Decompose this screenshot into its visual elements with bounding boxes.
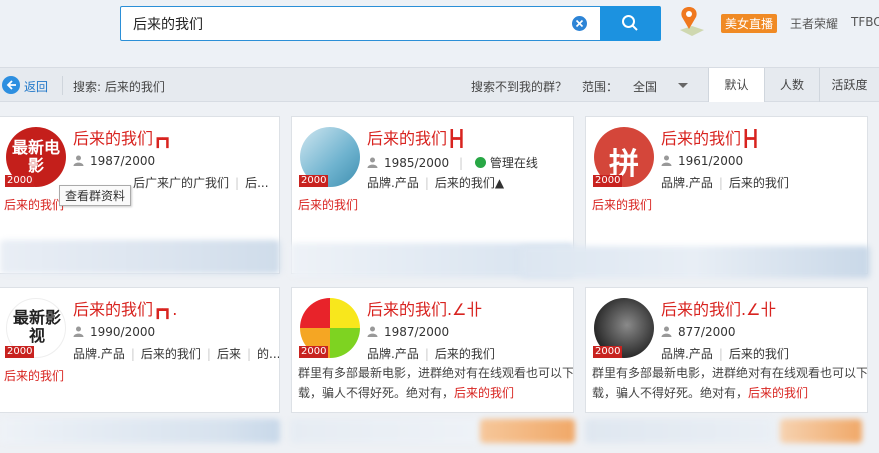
group-desc: 群里有多部最新电影，进群绝对有在线观看也可以下载，骗人不得好死。绝对有，后来的我…: [592, 366, 868, 400]
results-area: 最新电影 2000 后来的我们┏┓ 1987/2000 查看群资料后广来广的广我…: [0, 103, 879, 453]
clear-search-icon[interactable]: [572, 16, 587, 31]
not-found-link[interactable]: 搜索不到我的群？: [471, 78, 567, 95]
search-input[interactable]: [121, 7, 591, 40]
check-icon: [474, 157, 486, 168]
tab-default[interactable]: 默认: [708, 68, 764, 102]
member-count: 877/2000: [661, 325, 736, 339]
group-name[interactable]: 后来的我们┏┓.: [73, 296, 177, 320]
group-name[interactable]: 后来的我们┏┓: [73, 125, 172, 149]
blurred-region: [0, 240, 280, 274]
person-icon: [73, 326, 84, 337]
range-label: 范围：: [582, 80, 619, 94]
group-desc: 后来的我们: [4, 369, 65, 383]
group-card[interactable]: 2000 后来的我们.∠卝 877/2000 品牌.产品 | 后来的我们 群里有多部…: [585, 287, 868, 413]
member-limit-badge: 2000: [5, 346, 35, 358]
member-limit-badge: 2000: [593, 175, 623, 187]
group-tags: 品牌.产品 | 后来的我们: [661, 176, 789, 190]
member-count: 1985/2000 | 管理在线: [367, 154, 538, 171]
tfboys-link[interactable]: TFBO: [851, 15, 879, 29]
group-tags: 品牌.产品 | 后来的我们 | 后来 | 的...: [73, 347, 280, 361]
group-card[interactable]: 最新影视 2000 后来的我们┏┓. 1990/2000 品牌.产品 | 后来的我们…: [0, 287, 280, 413]
blurred-region: [0, 419, 280, 443]
divider: [62, 76, 63, 95]
live-link[interactable]: 美女直播: [721, 14, 778, 33]
member-limit-badge: 2000: [5, 175, 35, 187]
person-icon: [367, 326, 378, 337]
group-card[interactable]: 2000 后来的我们.∠卝 1987/2000 品牌.产品 | 后来的我们 群里有多…: [291, 287, 574, 413]
member-count: 1990/2000: [73, 325, 155, 339]
search-button[interactable]: [600, 6, 661, 41]
group-desc: 群里有多部最新电影，进群绝对有在线观看也可以下载，骗人不得好死。绝对有，后来的我…: [298, 366, 574, 400]
group-desc: 后来的我们: [298, 198, 359, 212]
member-limit-badge: 2000: [299, 346, 329, 358]
person-icon: [661, 155, 672, 166]
group-desc: 后来的我们: [4, 198, 65, 212]
search-icon: [622, 15, 638, 31]
group-name[interactable]: 后来的我们.∠卝: [661, 296, 776, 320]
group-name[interactable]: 后来的我们.∠卝: [367, 296, 482, 320]
person-icon: [73, 155, 84, 166]
tab-activity[interactable]: 活跃度: [819, 68, 879, 102]
tooltip: 查看群资料: [59, 185, 132, 206]
back-arrow-icon: [2, 76, 20, 94]
group-tags: 品牌.产品 | 后来的我们▲: [367, 176, 505, 190]
top-bar: 美女直播 王者荣耀 TFBO: [0, 0, 879, 66]
blurred-region: [520, 246, 870, 278]
tab-people[interactable]: 人数: [764, 68, 819, 102]
chevron-down-icon[interactable]: [678, 83, 688, 88]
member-limit-badge: 2000: [299, 175, 329, 187]
member-count: 1961/2000: [661, 154, 743, 168]
game-link[interactable]: 王者荣耀: [790, 15, 838, 32]
member-count: 1987/2000: [367, 325, 449, 339]
person-icon: [661, 326, 672, 337]
person-icon: [367, 157, 378, 168]
blurred-region: [585, 419, 775, 443]
member-limit-badge: 2000: [593, 346, 623, 358]
group-tags: 品牌.产品 | 后来的我们: [367, 347, 495, 361]
search-box: [120, 6, 661, 41]
range-select[interactable]: 全国: [633, 78, 657, 95]
group-name[interactable]: 后来的我们┣┫: [367, 125, 466, 149]
member-count: 1987/2000: [73, 154, 155, 168]
blurred-region: [290, 419, 480, 443]
map-pin-icon[interactable]: [677, 4, 707, 38]
search-summary: 搜索: 后来的我们: [73, 80, 165, 94]
group-desc: 后来的我们: [592, 198, 653, 212]
back-label: 返回: [24, 80, 49, 94]
group-name[interactable]: 后来的我们┣┫: [661, 125, 760, 149]
filter-bar: 返回 搜索: 后来的我们 搜索不到我的群？ 范围： 全国 默认 人数 活跃度: [0, 67, 879, 102]
blurred-region: [780, 419, 862, 443]
group-tags: 品牌.产品 | 后来的我们: [661, 347, 789, 361]
blurred-region: [480, 419, 575, 443]
